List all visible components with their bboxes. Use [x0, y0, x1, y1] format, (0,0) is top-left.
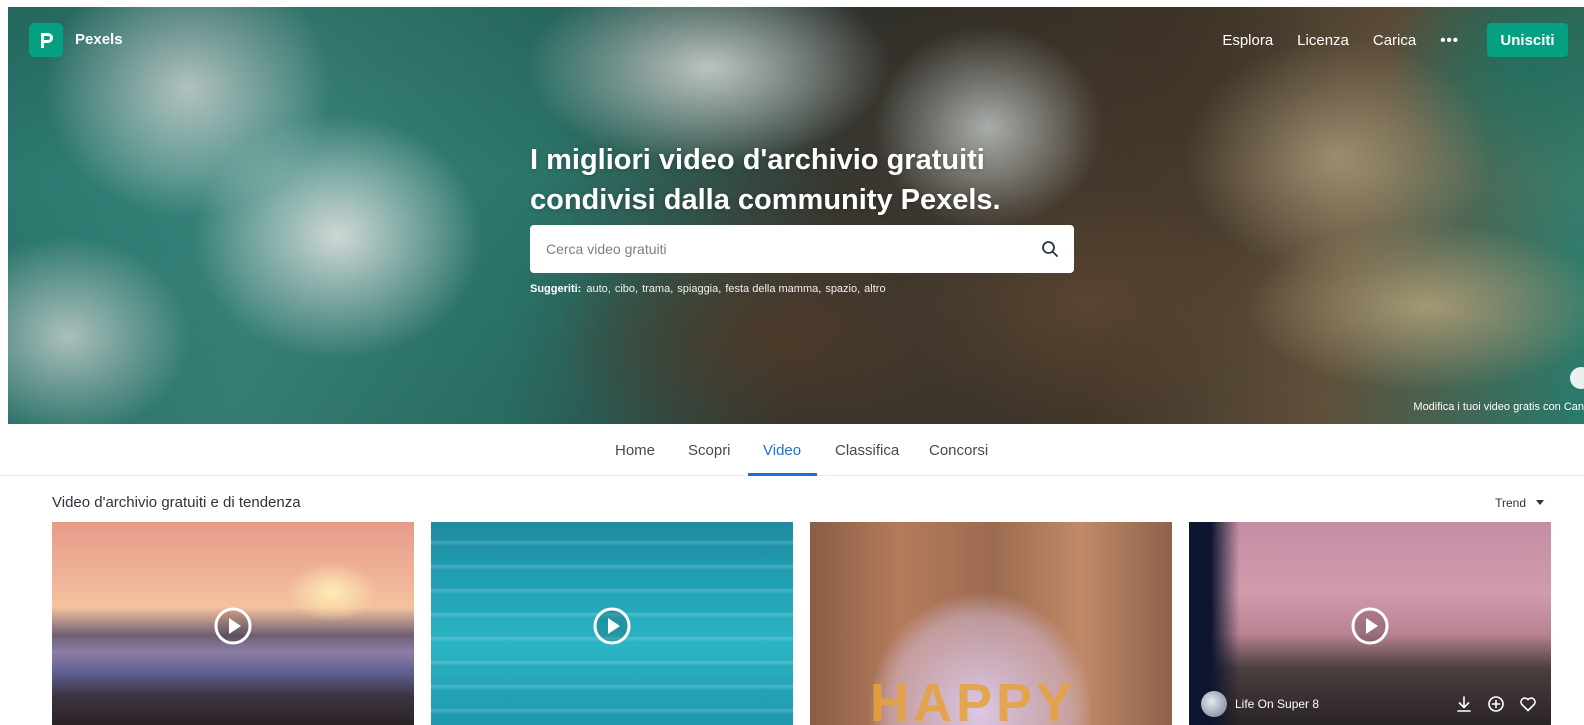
- separator: ,: [607, 283, 611, 295]
- video-card[interactable]: Life On Super 8: [1189, 522, 1551, 725]
- more-menu-icon[interactable]: •••: [1440, 32, 1459, 49]
- suggestion-link[interactable]: trama: [642, 283, 670, 295]
- canva-caption[interactable]: Modifica i tuoi video gratis con Can: [1413, 401, 1584, 413]
- join-button[interactable]: Unisciti: [1487, 23, 1568, 57]
- suggestion-link[interactable]: spazio: [825, 283, 857, 295]
- suggestion-link[interactable]: altro: [864, 283, 885, 295]
- separator: ,: [818, 283, 822, 295]
- top-navigation: Esplora Licenza Carica ••• Unisciti: [1222, 23, 1568, 57]
- sort-label: Trend: [1495, 496, 1526, 510]
- pexels-logo-icon[interactable]: [29, 23, 63, 57]
- tab-discover[interactable]: Scopri: [688, 442, 731, 459]
- suggestion-link[interactable]: cibo: [615, 283, 635, 295]
- like-icon[interactable]: [1519, 695, 1537, 713]
- author-name[interactable]: Life On Super 8: [1235, 697, 1319, 711]
- nav-upload[interactable]: Carica: [1373, 32, 1416, 49]
- sort-dropdown[interactable]: Trend: [1495, 496, 1544, 510]
- play-icon[interactable]: [593, 607, 631, 645]
- video-card[interactable]: [431, 522, 793, 725]
- video-card[interactable]: HAPPY: [810, 522, 1172, 725]
- active-tab-indicator: [748, 473, 817, 476]
- suggestion-link[interactable]: auto: [586, 283, 607, 295]
- tab-leaderboard[interactable]: Classifica: [835, 442, 899, 459]
- separator: ,: [670, 283, 674, 295]
- search-bar: [530, 225, 1074, 273]
- brand-name[interactable]: Pexels: [75, 31, 123, 48]
- nav-license[interactable]: Licenza: [1297, 32, 1349, 49]
- suggestions-label: Suggeriti:: [530, 283, 582, 295]
- download-icon[interactable]: [1455, 695, 1473, 713]
- play-icon[interactable]: [1351, 607, 1389, 645]
- search-input[interactable]: [544, 240, 1040, 258]
- content-tabs: Home Scopri Video Classifica Concorsi: [0, 428, 1584, 476]
- video-card[interactable]: [52, 522, 414, 725]
- avatar[interactable]: [1201, 691, 1227, 717]
- section-title: Video d'archivio gratuiti e di tendenza: [52, 494, 301, 511]
- tab-video[interactable]: Video: [763, 442, 801, 459]
- play-icon[interactable]: [214, 607, 252, 645]
- suggestion-link[interactable]: spiaggia: [677, 283, 718, 295]
- hero-title: I migliori video d'archivio gratuiti con…: [530, 144, 1001, 216]
- hero-banner: Pexels Esplora Licenza Carica ••• Unisci…: [8, 7, 1584, 424]
- chevron-down-icon: [1536, 500, 1544, 505]
- card-actions: [1441, 695, 1537, 713]
- search-icon[interactable]: [1040, 239, 1060, 259]
- suggestions: Suggeriti: auto, cibo, trama, spiaggia, …: [530, 283, 886, 295]
- separator: ,: [635, 283, 639, 295]
- tab-home[interactable]: Home: [615, 442, 655, 459]
- separator: ,: [857, 283, 861, 295]
- suggestion-link[interactable]: festa della mamma: [725, 283, 818, 295]
- nav-explore[interactable]: Esplora: [1222, 32, 1273, 49]
- card-footer: Life On Super 8: [1201, 691, 1537, 717]
- separator: ,: [718, 283, 722, 295]
- balloon-text: HAPPY: [870, 673, 1077, 725]
- add-collection-icon[interactable]: [1487, 695, 1505, 713]
- tab-challenges[interactable]: Concorsi: [929, 442, 988, 459]
